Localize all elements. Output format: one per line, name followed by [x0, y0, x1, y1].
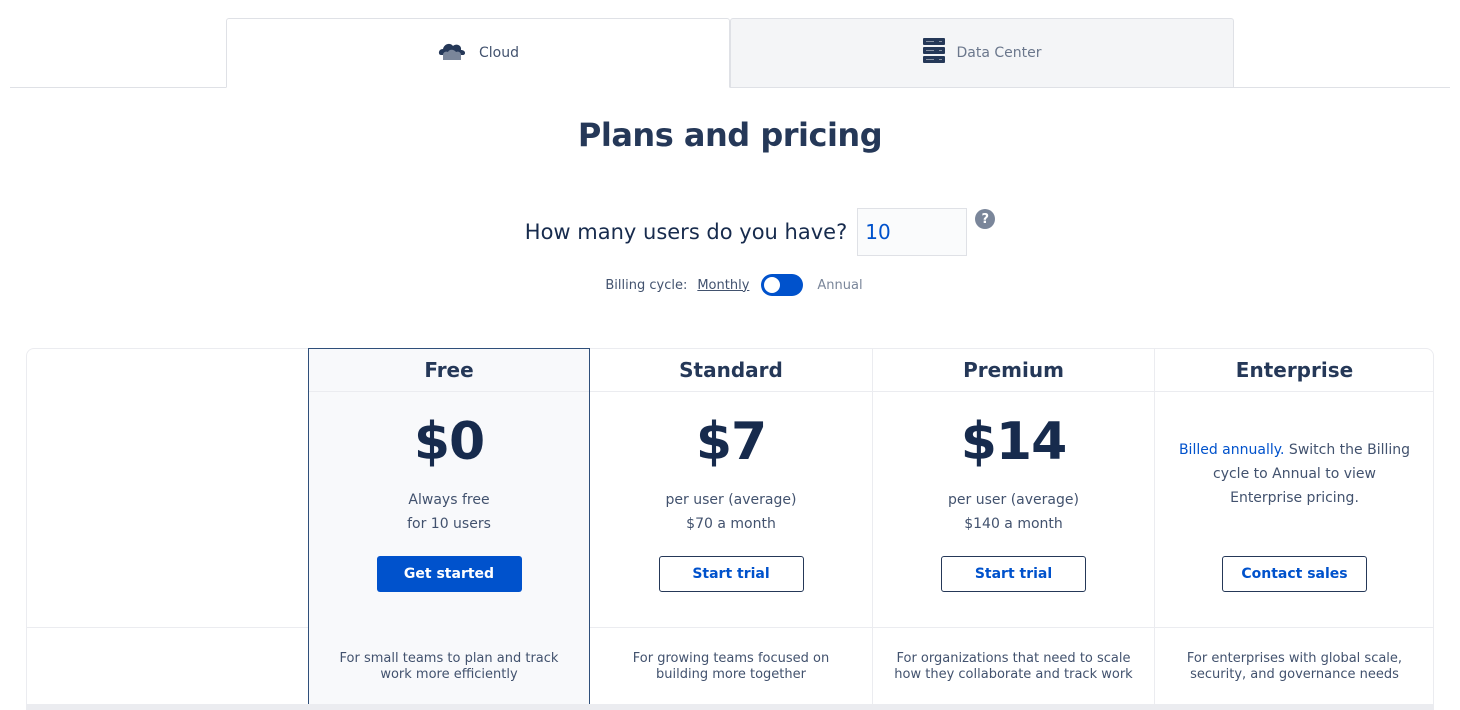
plan-subtext-line2: $140 a month [964, 516, 1063, 532]
billing-cycle-toggle[interactable] [761, 274, 804, 296]
plan-description: For enterprises with global scale, secur… [1186, 650, 1403, 682]
users-count-input[interactable] [857, 208, 968, 256]
plan-price: $14 [960, 412, 1068, 472]
plan-column-standard: Standard $7 per user (average) $70 a mon… [590, 349, 872, 705]
tab-cloud-label: Cloud [479, 45, 519, 61]
plan-subtext: per user (average) $140 a month [873, 488, 1154, 536]
start-trial-standard-button[interactable]: Start trial [658, 556, 804, 592]
help-icon[interactable]: ? [975, 209, 996, 229]
plan-description: For organizations that need to scale how… [894, 650, 1133, 682]
plan-name: Premium [873, 349, 1154, 392]
cloud-icon [437, 40, 467, 66]
users-row: How many users do you have? ? [0, 208, 1460, 256]
toggle-knob [764, 277, 781, 293]
plan-subtext: Always free for 10 users [309, 488, 589, 536]
plan-column-enterprise: Enterprise Billed annually. Switch the B… [1154, 349, 1434, 705]
pricing-table: Free $0 Always free for 10 users Get sta… [26, 348, 1434, 710]
plan-description: For small teams to plan and track work m… [339, 650, 559, 682]
plan-subtext-line1: per user (average) [948, 492, 1079, 508]
plan-column-free: Free $0 Always free for 10 users Get sta… [308, 348, 590, 706]
tab-cloud[interactable]: Cloud [226, 18, 730, 88]
billing-monthly-option[interactable]: Monthly [697, 278, 749, 293]
plan-name: Standard [590, 349, 872, 392]
plan-name: Enterprise [1155, 349, 1434, 392]
plan-subtext: per user (average) $70 a month [590, 488, 872, 536]
plan-price: $0 [413, 412, 485, 472]
plan-subtext-line2: for 10 users [407, 516, 491, 532]
plan-subtext-line1: Always free [408, 492, 490, 508]
billed-annually-link[interactable]: Billed annually. [1179, 442, 1285, 458]
billing-cycle-row: Billing cycle: Monthly Annual [0, 274, 1460, 296]
plan-subtext-line2: $70 a month [686, 516, 776, 532]
billing-annual-option[interactable]: Annual [817, 278, 862, 293]
plan-name: Free [309, 349, 589, 392]
tab-data-center[interactable]: Data Center [730, 18, 1234, 88]
plan-subtext-line1: per user (average) [665, 492, 797, 508]
billing-cycle-label: Billing cycle: [605, 277, 688, 293]
plan-price: $7 [695, 412, 767, 472]
get-started-button[interactable]: Get started [376, 556, 522, 592]
table-bottom-bar [26, 704, 1434, 710]
plan-description: For growing teams focused on building mo… [632, 650, 830, 682]
page-title: Plans and pricing [577, 116, 883, 154]
tab-data-center-label: Data Center [956, 45, 1042, 61]
start-trial-premium-button[interactable]: Start trial [941, 556, 1086, 592]
enterprise-note: Billed annually. Switch the Billing cycl… [1155, 438, 1434, 510]
plan-column-premium: Premium $14 per user (average) $140 a mo… [872, 349, 1154, 705]
contact-sales-button[interactable]: Contact sales [1222, 556, 1367, 592]
server-icon [922, 38, 945, 68]
users-question: How many users do you have? [524, 220, 848, 244]
